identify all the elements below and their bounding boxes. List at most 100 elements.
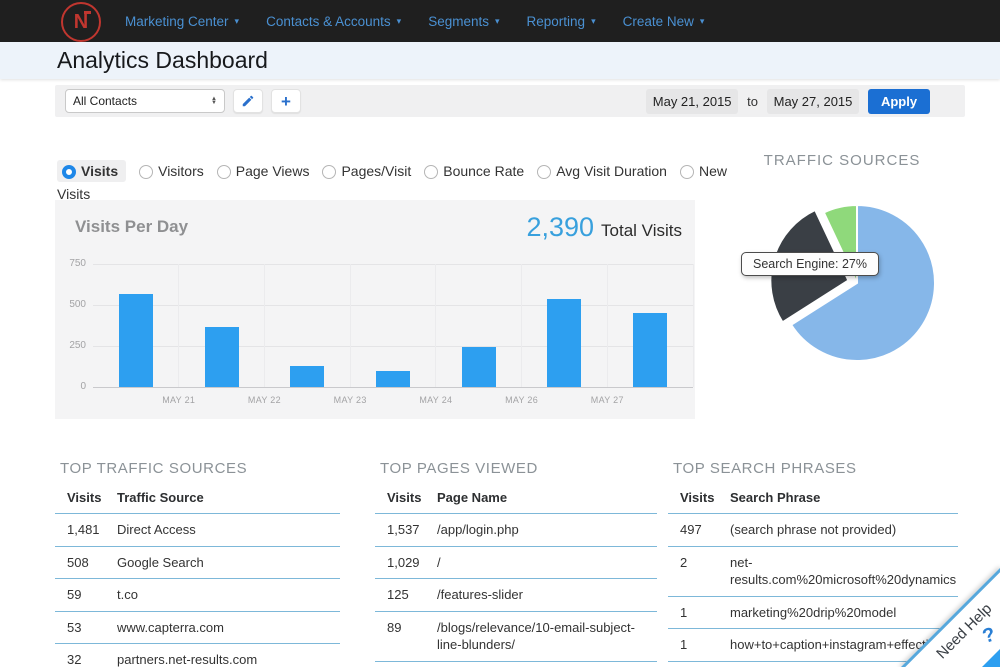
cell-name: /blogs/relevance/10-email-subject-line-b… bbox=[437, 619, 657, 654]
visits-bar[interactable] bbox=[547, 299, 581, 387]
visits-per-day-panel: Visits Per Day 2,390 Total Visits 025050… bbox=[55, 200, 695, 419]
nav-item-segments[interactable]: Segments▾ bbox=[428, 14, 499, 29]
cell-visits: 508 bbox=[67, 554, 117, 572]
table-header-row: Visits Page Name bbox=[375, 486, 657, 514]
cell-name: (search phrase not provided) bbox=[730, 521, 958, 539]
nav-item-label: Reporting bbox=[527, 14, 586, 29]
cell-visits: 2 bbox=[680, 554, 730, 589]
top-search-phrases-table: TOP SEARCH PHRASES Visits Search Phrase … bbox=[668, 460, 958, 667]
cell-name: net-results.com%20microsoft%20dynamics bbox=[730, 554, 958, 589]
table-title: TOP TRAFFIC SOURCES bbox=[60, 460, 340, 477]
metric-radio-visitors[interactable]: Visitors bbox=[139, 163, 204, 179]
visits-bar[interactable] bbox=[205, 327, 239, 387]
cell-visits: 1 bbox=[680, 636, 730, 654]
nav-item-reporting[interactable]: Reporting▾ bbox=[527, 14, 596, 29]
column-header-name: Page Name bbox=[437, 490, 657, 505]
radio-unselected-icon bbox=[680, 165, 694, 179]
table-body: 1,537/app/login.php 1,029/125/features-sl… bbox=[375, 514, 657, 667]
column-header-name: Traffic Source bbox=[117, 490, 340, 505]
visits-bar[interactable] bbox=[119, 294, 153, 387]
nav-item-marketing-center[interactable]: Marketing Center▾ bbox=[125, 14, 239, 29]
plus-icon: + bbox=[281, 93, 291, 110]
visits-bar[interactable] bbox=[462, 347, 496, 387]
cell-visits: 53 bbox=[67, 619, 117, 637]
radio-label: Page Views bbox=[236, 163, 310, 179]
metric-radio-page-views[interactable]: Page Views bbox=[217, 163, 310, 179]
cell-name: /features-slider bbox=[437, 586, 657, 604]
grid-line bbox=[93, 264, 693, 265]
net-results-logo[interactable]: N bbox=[61, 2, 101, 42]
contact-list-select[interactable]: All Contacts ▲▼ bbox=[65, 89, 225, 113]
radio-unselected-icon bbox=[424, 165, 438, 179]
table-header-row: Visits Traffic Source bbox=[55, 486, 340, 514]
cell-visits: 1,537 bbox=[387, 521, 437, 539]
edit-list-button[interactable] bbox=[233, 89, 263, 113]
visits-bar[interactable] bbox=[376, 371, 410, 387]
page-title: Analytics Dashboard bbox=[57, 47, 268, 74]
grid-line bbox=[350, 264, 351, 387]
contact-list-controls: All Contacts ▲▼ + bbox=[65, 89, 301, 113]
table-row: 1,029/ bbox=[375, 547, 657, 580]
table-row: 80/blogs/relevance/changing-marketing-au… bbox=[375, 662, 657, 667]
table-row: 53www.capterra.com bbox=[55, 612, 340, 645]
radio-unselected-icon bbox=[537, 165, 551, 179]
column-header-visits: Visits bbox=[67, 490, 117, 505]
cell-visits: 1,029 bbox=[387, 554, 437, 572]
radio-selected-icon bbox=[62, 165, 76, 179]
nav-item-create-new[interactable]: Create New▾ bbox=[623, 14, 705, 29]
caret-down-icon: ▾ bbox=[495, 16, 500, 27]
radio-unselected-icon bbox=[139, 165, 153, 179]
date-range-controls: May 21, 2015 to May 27, 2015 Apply bbox=[646, 89, 930, 114]
grid-line bbox=[435, 264, 436, 387]
radio-label: Bounce Rate bbox=[443, 163, 524, 179]
table-row: 497(search phrase not provided) bbox=[668, 514, 958, 547]
caret-down-icon: ▾ bbox=[235, 16, 240, 27]
column-header-visits: Visits bbox=[680, 490, 730, 505]
traffic-sources-pie bbox=[757, 183, 957, 383]
radio-label: Avg Visit Duration bbox=[556, 163, 667, 179]
apply-button[interactable]: Apply bbox=[868, 89, 930, 114]
cell-visits: 32 bbox=[67, 651, 117, 667]
table-row: 32partners.net-results.com bbox=[55, 644, 340, 667]
nav-item-contacts-accounts[interactable]: Contacts & Accounts▾ bbox=[266, 14, 401, 29]
radio-label: Visits bbox=[81, 163, 118, 179]
contact-list-value: All Contacts bbox=[73, 94, 137, 108]
metric-radio-visits[interactable]: Visits bbox=[57, 160, 126, 182]
table-row: 125/features-slider bbox=[375, 579, 657, 612]
y-axis-tick-label: 0 bbox=[48, 381, 86, 392]
table-row: 89/blogs/relevance/10-email-subject-line… bbox=[375, 612, 657, 662]
cell-name: /app/login.php bbox=[437, 521, 657, 539]
metric-radio-avg-visit-duration[interactable]: Avg Visit Duration bbox=[537, 163, 667, 179]
total-visits: 2,390 Total Visits bbox=[526, 212, 682, 243]
radio-label: Visitors bbox=[158, 163, 204, 179]
total-visits-label: Total Visits bbox=[601, 221, 682, 241]
top-nav: N Marketing Center▾ Contacts & Accounts▾ S… bbox=[0, 0, 1000, 42]
grid-line bbox=[693, 264, 694, 387]
metric-radio-bounce-rate[interactable]: Bounce Rate bbox=[424, 163, 524, 179]
cell-name: t.co bbox=[117, 586, 340, 604]
date-range-separator: to bbox=[747, 94, 758, 109]
date-start-input[interactable]: May 21, 2015 bbox=[646, 89, 738, 114]
add-list-button[interactable]: + bbox=[271, 89, 301, 113]
y-axis-tick-label: 500 bbox=[48, 299, 86, 310]
cell-visits: 497 bbox=[680, 521, 730, 539]
x-axis-tick-label: MAY 23 bbox=[310, 395, 390, 405]
cell-name: www.capterra.com bbox=[117, 619, 340, 637]
metric-radio-pages-visit[interactable]: Pages/Visit bbox=[322, 163, 411, 179]
table-body: 497(search phrase not provided)2net-resu… bbox=[668, 514, 958, 667]
table-header-row: Visits Search Phrase bbox=[668, 486, 958, 514]
logo-flag-mark bbox=[84, 11, 91, 14]
table-title: TOP PAGES VIEWED bbox=[380, 460, 657, 477]
visits-bar[interactable] bbox=[633, 313, 667, 387]
radio-unselected-icon bbox=[217, 165, 231, 179]
x-axis-tick-label: MAY 27 bbox=[567, 395, 647, 405]
pie-chart-title: TRAFFIC SOURCES bbox=[712, 152, 972, 169]
table-row: 1marketing%20drip%20model bbox=[668, 597, 958, 630]
visits-bar[interactable] bbox=[290, 366, 324, 387]
cell-visits: 89 bbox=[387, 619, 437, 654]
grid-line bbox=[93, 387, 693, 388]
table-row: 59t.co bbox=[55, 579, 340, 612]
pie-tooltip: Search Engine: 27% bbox=[741, 252, 879, 276]
date-end-input[interactable]: May 27, 2015 bbox=[767, 89, 859, 114]
cell-visits: 125 bbox=[387, 586, 437, 604]
